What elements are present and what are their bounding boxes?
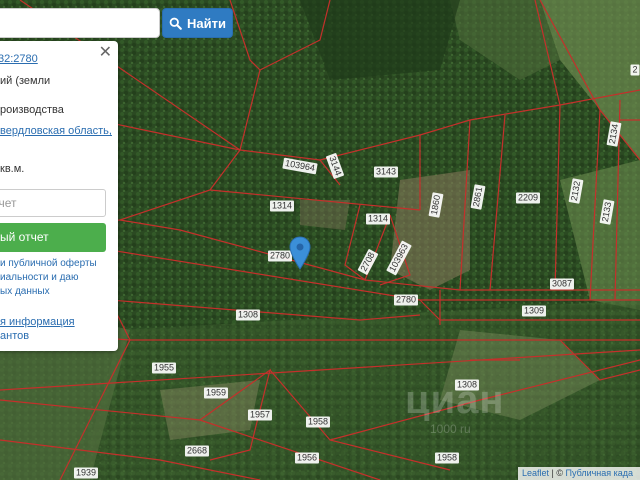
terms-text: и публичной оферты иальности и даю ых да… (0, 257, 97, 299)
attribution-separator: | © (549, 468, 566, 478)
category-text-line1: ий (земли (0, 75, 51, 87)
search-button-label: Найти (187, 15, 226, 31)
watermark-subtitle: 1000 ru (430, 422, 471, 436)
search-input[interactable] (0, 8, 160, 38)
personal-data-link[interactable]: ых данных (0, 286, 50, 297)
plot-label[interactable]: 2780 (393, 294, 419, 306)
search-button[interactable]: Найти (162, 8, 233, 38)
cadastral-number-link[interactable]: 32:2780 (0, 53, 38, 65)
plot-label[interactable]: 1309 (521, 305, 547, 317)
report-email-input[interactable]: тчет (0, 189, 106, 217)
order-report-button[interactable]: ый отчет (0, 223, 106, 252)
plot-label[interactable]: 1939 (73, 467, 99, 479)
search-icon (169, 17, 182, 30)
close-icon[interactable]: ✕ (99, 45, 112, 61)
plot-label[interactable]: 1955 (151, 362, 177, 374)
plot-label[interactable]: 2209 (515, 192, 541, 204)
map-attribution: Leaflet | © Публичная када (518, 467, 640, 480)
plot-info-panel: ✕ 32:2780 ий (земли роизводства вердловс… (0, 41, 118, 351)
plot-label[interactable]: 1314 (365, 213, 391, 225)
plot-label[interactable]: 1958 (434, 452, 460, 464)
area-text: кв.м. (0, 163, 25, 175)
offer-link[interactable]: и публичной оферты (0, 258, 97, 269)
info-link[interactable]: я информация (0, 316, 75, 328)
cadastral-map-link[interactable]: Публичная када (566, 468, 634, 478)
leaflet-link[interactable]: Leaflet (522, 468, 549, 478)
plot-label[interactable]: 1958 (305, 416, 331, 428)
address-link[interactable]: вердловская область, (0, 125, 112, 137)
plot-label[interactable]: 2 (630, 64, 640, 76)
plot-label[interactable]: 1956 (294, 452, 320, 464)
plot-label[interactable]: 2668 (184, 445, 210, 457)
plot-label[interactable]: 1314 (269, 200, 295, 212)
plot-label[interactable]: 1308 (235, 309, 261, 321)
privacy-link[interactable]: иальности и даю (0, 272, 78, 283)
watermark: циан (405, 378, 505, 422)
plot-label[interactable]: 3087 (549, 278, 575, 290)
plot-label[interactable]: 1959 (203, 387, 229, 399)
category-text-line2: роизводства (0, 104, 64, 116)
info-link-2[interactable]: антов (0, 330, 29, 342)
plot-label[interactable]: 3143 (373, 166, 399, 178)
plot-label[interactable]: 1957 (247, 409, 273, 421)
map-pin-icon[interactable] (289, 236, 311, 275)
